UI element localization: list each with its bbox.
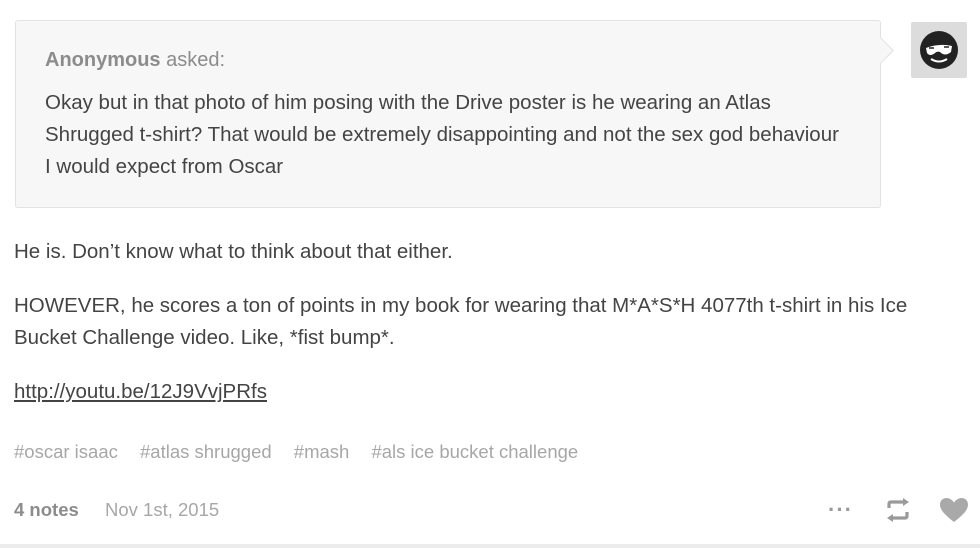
post-divider — [0, 544, 980, 548]
answer-paragraph-2: HOWEVER, he scores a ton of points in my… — [14, 294, 908, 349]
tag-atlas-shrugged[interactable]: #atlas shrugged — [140, 441, 272, 462]
ask-box: Anonymous asked: Okay but in that photo … — [15, 20, 894, 208]
post-footer: 4 notes Nov 1st, 2015 ··· — [14, 497, 969, 527]
ask-box-pointer — [867, 37, 894, 64]
youtube-link[interactable]: http://youtu.be/12J9VvjPRfs — [14, 380, 267, 403]
asker-name[interactable]: Anonymous — [45, 49, 161, 71]
notes-count[interactable]: 4 notes — [14, 499, 79, 521]
sunglasses-face-icon — [920, 31, 958, 69]
question-text: Okay but in that photo of him posing wit… — [45, 91, 839, 178]
tag-als-ice-bucket-challenge[interactable]: #als ice bucket challenge — [371, 441, 578, 462]
answer-body: He is. Don’t know what to think about th… — [14, 236, 969, 430]
asker-line: Anonymous asked: — [45, 45, 850, 75]
more-icon[interactable]: ··· — [828, 499, 853, 521]
avatar[interactable] — [911, 22, 967, 78]
asked-label: asked: — [166, 49, 226, 71]
answer-paragraph-1: He is. Don’t know what to think about th… — [14, 240, 453, 263]
post-date[interactable]: Nov 1st, 2015 — [105, 499, 219, 521]
reblog-icon[interactable] — [883, 497, 913, 523]
tag-oscar-isaac[interactable]: #oscar isaac — [14, 441, 118, 462]
post-controls: ··· — [828, 497, 969, 523]
tag-list: #oscar isaac #atlas shrugged #mash #als … — [14, 441, 595, 463]
tag-mash[interactable]: #mash — [294, 441, 350, 462]
like-icon[interactable] — [939, 497, 969, 523]
